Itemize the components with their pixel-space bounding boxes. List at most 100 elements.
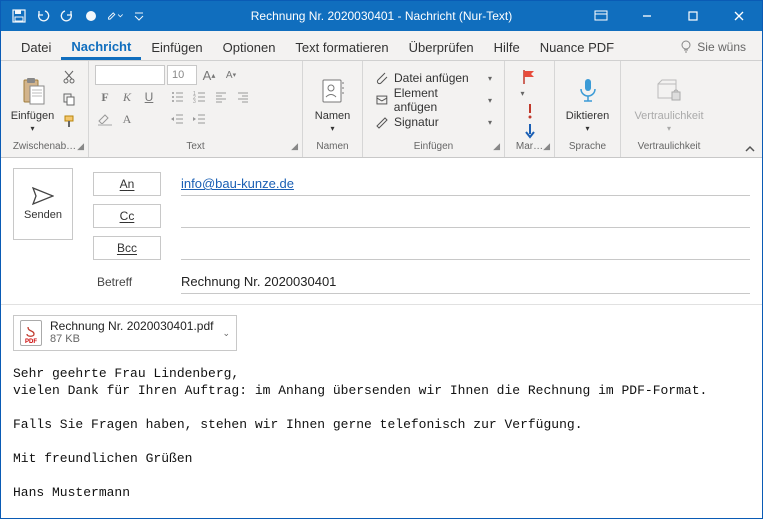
edit-icon[interactable] <box>107 8 123 24</box>
ribbon-display-icon[interactable] <box>578 1 624 31</box>
names-label: Namen <box>315 110 350 122</box>
pdf-icon: PDF <box>20 320 42 346</box>
subject-value: Rechnung Nr. 2020030401 <box>181 274 336 289</box>
subject-label: Betreff <box>93 270 161 294</box>
message-header: Senden An info@bau-kunze.de Cc Bcc Betre… <box>1 158 762 305</box>
tab-optionen[interactable]: Optionen <box>213 34 286 60</box>
align-left-icon[interactable] <box>211 87 231 107</box>
attachment-bar: PDF Rechnung Nr. 2020030401.pdf 87 KB ⌄ <box>1 305 762 361</box>
chevron-down-icon: ▾ <box>488 118 492 127</box>
circle-icon[interactable] <box>83 8 99 24</box>
bulb-icon <box>679 40 693 54</box>
svg-text:3: 3 <box>193 99 196 104</box>
chevron-down-icon: ▾ <box>488 96 492 105</box>
tell-me[interactable]: Sie wüns <box>679 34 752 60</box>
bcc-field[interactable] <box>181 236 750 260</box>
grow-font-icon[interactable]: A▴ <box>199 65 219 85</box>
signature-button[interactable]: Signatur ▾ <box>369 111 498 133</box>
tab-hilfe[interactable]: Hilfe <box>484 34 530 60</box>
tab-text-formatieren[interactable]: Text formatieren <box>285 34 398 60</box>
to-value: info@bau-kunze.de <box>181 176 294 191</box>
send-button[interactable]: Senden <box>13 168 73 240</box>
underline-icon[interactable]: U <box>139 87 159 107</box>
tell-me-label: Sie wüns <box>697 40 746 54</box>
align-right-icon[interactable] <box>233 87 253 107</box>
bullets-icon[interactable] <box>167 87 187 107</box>
confidentiality-label: Vertraulichkeit <box>634 110 703 122</box>
insert-launcher-icon[interactable]: ◢ <box>493 141 500 152</box>
subject-field[interactable]: Rechnung Nr. 2020030401 <box>181 270 750 294</box>
tab-datei[interactable]: Datei <box>11 34 61 60</box>
tab-einfuegen[interactable]: Einfügen <box>141 34 212 60</box>
qat-overflow-icon[interactable] <box>131 8 147 24</box>
format-painter-icon[interactable] <box>58 111 80 131</box>
maximize-icon[interactable] <box>670 1 716 31</box>
bcc-button[interactable]: Bcc <box>93 236 161 260</box>
bold-icon[interactable]: F <box>95 87 115 107</box>
attachment-name: Rechnung Nr. 2020030401.pdf <box>50 320 213 333</box>
attachment-item[interactable]: PDF Rechnung Nr. 2020030401.pdf 87 KB ⌄ <box>13 315 237 351</box>
cc-button[interactable]: Cc <box>93 204 161 228</box>
paste-label: Einfügen <box>11 110 54 122</box>
addressbook-icon <box>316 74 350 108</box>
font-size-combo[interactable]: 10 <box>167 65 197 85</box>
font-name-combo[interactable] <box>95 65 165 85</box>
dictate-button[interactable]: Diktieren▾ <box>562 65 614 137</box>
item-icon <box>375 93 389 107</box>
title-bar: Rechnung Nr. 2020030401 - Nachricht (Nur… <box>1 1 762 31</box>
copy-icon[interactable] <box>58 89 80 109</box>
dictate-group-label: Sprache <box>569 141 606 152</box>
lock-tag-icon <box>652 74 686 108</box>
font-group-label: Text <box>186 141 204 152</box>
highlight-icon[interactable] <box>95 109 115 129</box>
save-icon[interactable] <box>11 8 27 24</box>
close-icon[interactable] <box>716 1 762 31</box>
chevron-down-icon: ▾ <box>488 74 492 83</box>
italic-icon[interactable]: K <box>117 87 137 107</box>
send-icon <box>32 187 54 205</box>
minimize-icon[interactable] <box>624 1 670 31</box>
paperclip-icon <box>375 71 389 85</box>
tab-ueberpruefen[interactable]: Überprüfen <box>399 34 484 60</box>
shrink-font-icon[interactable]: A▾ <box>221 65 241 85</box>
attach-item-button[interactable]: Element anfügen ▾ <box>369 89 498 111</box>
attachment-dropdown-icon[interactable]: ⌄ <box>222 328 230 339</box>
attachment-size: 87 KB <box>50 333 213 346</box>
ribbon: Einfügen▾ Zwischenab…◢ 10 A▴ A▾ F <box>1 61 762 158</box>
undo-icon[interactable] <box>35 8 51 24</box>
low-importance-icon[interactable] <box>524 123 536 139</box>
names-group-label: Namen <box>316 141 348 152</box>
confidentiality-button[interactable]: Vertraulichkeit▾ <box>629 65 709 137</box>
send-label: Senden <box>24 209 62 221</box>
collapse-ribbon-icon[interactable] <box>744 143 756 155</box>
confid-group-label: Vertraulichkeit <box>638 141 701 152</box>
paste-button[interactable]: Einfügen▾ <box>7 65 58 137</box>
font-launcher-icon[interactable]: ◢ <box>291 141 298 152</box>
indent-icon[interactable] <box>189 109 209 129</box>
cc-field[interactable] <box>181 204 750 228</box>
follow-up-flag-icon[interactable]: ▾ <box>521 69 539 99</box>
numbering-icon[interactable]: 123 <box>189 87 209 107</box>
signature-label: Signatur <box>394 115 439 129</box>
microphone-icon <box>571 74 605 108</box>
pdf-badge: PDF <box>25 339 37 345</box>
high-importance-icon[interactable] <box>525 103 535 119</box>
to-button[interactable]: An <box>93 172 161 196</box>
paste-icon <box>16 74 50 108</box>
tab-nachricht[interactable]: Nachricht <box>61 33 141 60</box>
cut-icon[interactable] <box>58 67 80 87</box>
mark-launcher-icon[interactable]: ◢ <box>543 141 550 152</box>
outdent-icon[interactable] <box>167 109 187 129</box>
insert-group-label: Einfügen <box>414 141 453 152</box>
clipboard-launcher-icon[interactable]: ◢ <box>77 141 84 152</box>
attach-item-label: Element anfügen <box>394 86 483 114</box>
redo-icon[interactable] <box>59 8 75 24</box>
pen-icon <box>375 115 389 129</box>
message-body[interactable]: Sehr geehrte Frau Lindenberg, vielen Dan… <box>1 361 762 505</box>
ribbon-tabs: Datei Nachricht Einfügen Optionen Text f… <box>1 31 762 61</box>
to-field[interactable]: info@bau-kunze.de <box>181 172 750 196</box>
mark-group-label: Mar… <box>516 141 543 152</box>
font-color-icon[interactable]: A <box>117 109 137 129</box>
tab-nuance-pdf[interactable]: Nuance PDF <box>530 34 624 60</box>
names-button[interactable]: Namen▾ <box>309 65 356 137</box>
